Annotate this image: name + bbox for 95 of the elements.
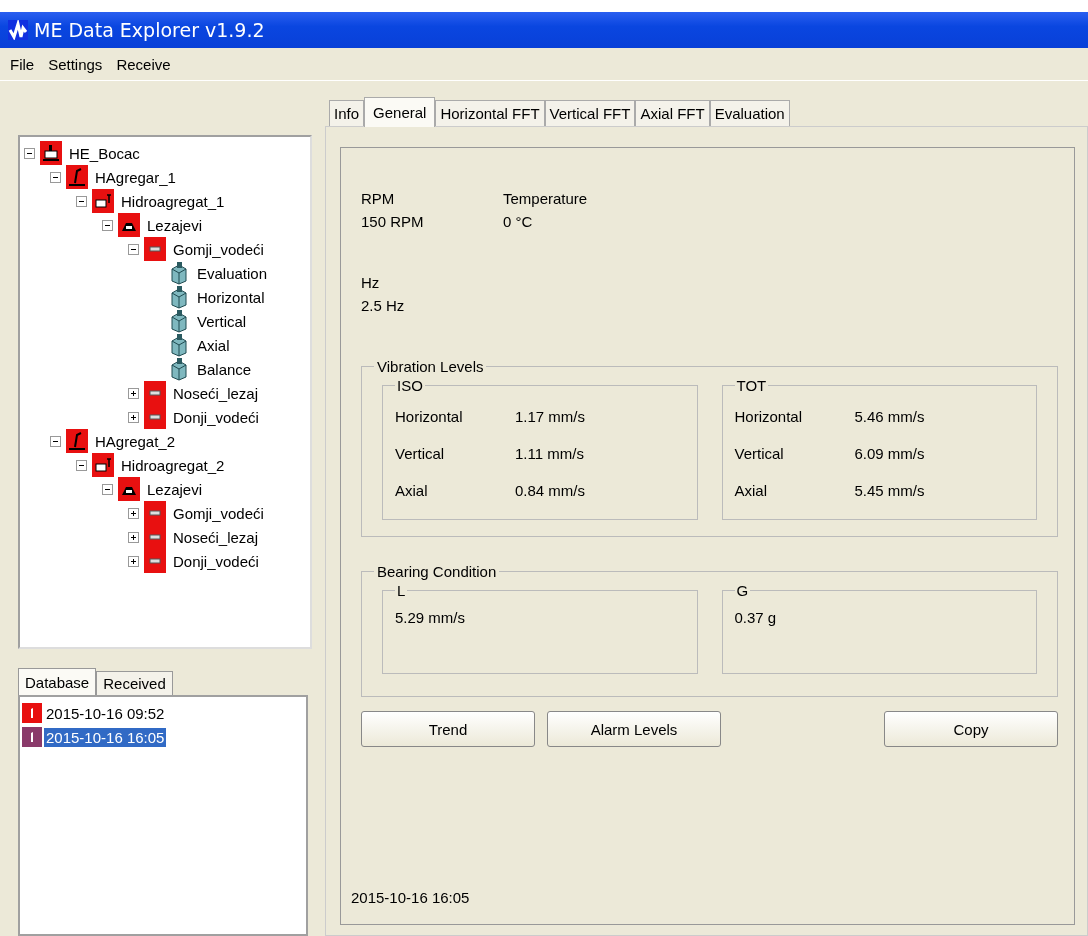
tab[interactable]: Vertical FFT xyxy=(544,100,636,126)
expand-icon[interactable] xyxy=(128,507,139,519)
measure-label: Axial xyxy=(395,482,429,499)
sensor-icon xyxy=(168,333,190,357)
point-icon xyxy=(144,549,166,573)
reading-value: 150 RPM xyxy=(361,213,425,230)
sensor-icon xyxy=(168,261,190,285)
machine-icon xyxy=(92,453,114,477)
tree-item[interactable]: Noseći_lezaj xyxy=(173,384,259,402)
group-title: Bearing Condition xyxy=(376,563,498,580)
tree-item[interactable]: Donji_vodeći xyxy=(173,408,259,426)
tree-item[interactable]: HAgregar_1 xyxy=(95,168,176,186)
measure-label: Axial xyxy=(734,482,768,499)
measure-value: 5.45 mm/s xyxy=(854,482,925,499)
tab[interactable]: General xyxy=(364,97,436,127)
measure-label: Vertical xyxy=(395,445,446,462)
menu-item[interactable]: Receive xyxy=(116,55,171,73)
measure-value: 5.46 mm/s xyxy=(854,408,925,425)
expand-icon[interactable] xyxy=(128,411,139,423)
tree-item[interactable]: Gomji_vodeći xyxy=(173,240,264,258)
tree-item[interactable]: Axial xyxy=(197,336,230,354)
record-icon xyxy=(22,703,42,723)
timestamp: 2015-10-16 16:05 xyxy=(351,889,471,906)
tab[interactable]: Horizontal FFT xyxy=(435,100,545,126)
measure-label: Vertical xyxy=(734,445,785,462)
group-title: TOT xyxy=(735,377,768,394)
expand-icon[interactable] xyxy=(128,387,139,399)
group-title: L xyxy=(396,582,407,599)
plant-icon xyxy=(40,141,62,165)
action-button[interactable]: Alarm Levels xyxy=(547,711,721,747)
reading-label: RPM xyxy=(361,190,396,207)
tab[interactable]: Database xyxy=(18,668,97,695)
tree-item[interactable]: Lezajevi xyxy=(147,480,203,498)
window-title: ME Data Explorer v1.9.2 xyxy=(34,19,265,41)
collapse-icon[interactable] xyxy=(76,459,87,471)
sensor-icon xyxy=(168,357,190,381)
reading-value: 0 °C xyxy=(503,213,534,230)
tree-item[interactable]: Evaluation xyxy=(197,264,268,282)
measure-value: 1.17 mm/s xyxy=(515,408,586,425)
sensor-icon xyxy=(168,309,190,333)
tree-item[interactable]: Noseći_lezaj xyxy=(173,528,259,546)
tree-item[interactable]: Vertical xyxy=(197,312,247,330)
measure-value: 6.09 mm/s xyxy=(854,445,925,462)
point-icon xyxy=(144,237,166,261)
measure-label: Horizontal xyxy=(734,408,804,425)
reading-value: 2.5 Hz xyxy=(361,297,406,314)
action-button[interactable]: Trend xyxy=(361,711,535,747)
tree-item[interactable]: Hidroagregat_1 xyxy=(121,192,225,210)
point-icon xyxy=(144,501,166,525)
menu-item[interactable]: File xyxy=(10,55,35,73)
app-logo-icon xyxy=(8,20,28,40)
collapse-icon[interactable] xyxy=(76,195,87,207)
unit-icon xyxy=(66,429,88,453)
record-icon xyxy=(22,727,42,747)
expand-icon[interactable] xyxy=(128,531,139,543)
tree-item[interactable]: Hidroagregat_2 xyxy=(121,456,225,474)
group-title: G xyxy=(735,582,750,599)
tab[interactable]: Evaluation xyxy=(709,100,790,126)
reading-label: Hz xyxy=(361,274,381,291)
collapse-icon[interactable] xyxy=(128,243,139,255)
collapse-icon[interactable] xyxy=(50,435,61,447)
tab[interactable]: Axial FFT xyxy=(635,100,710,126)
measure-value: 1.11 mm/s xyxy=(515,445,584,462)
group-title: ISO xyxy=(396,377,424,394)
sensor-icon xyxy=(168,285,190,309)
collapse-icon[interactable] xyxy=(24,147,35,159)
reading-label: Temperature xyxy=(503,190,589,207)
list-item[interactable]: 2015-10-16 16:05 xyxy=(44,727,167,747)
group-title: Vibration Levels xyxy=(376,358,485,375)
collapse-icon[interactable] xyxy=(50,171,61,183)
collapse-icon[interactable] xyxy=(102,483,113,495)
tree-item[interactable]: Donji_vodeći xyxy=(173,552,259,570)
expand-icon[interactable] xyxy=(128,555,139,567)
tree-item[interactable]: Gomji_vodeći xyxy=(173,504,264,522)
tree-item[interactable]: Horizontal xyxy=(197,288,265,306)
point-icon xyxy=(144,405,166,429)
bearings-icon xyxy=(118,213,140,237)
bearings-icon xyxy=(118,477,140,501)
measure-value: 0.84 mm/s xyxy=(515,482,586,499)
menu-item[interactable]: Settings xyxy=(48,55,103,73)
measure-label: Horizontal xyxy=(395,408,464,425)
tab[interactable]: Received xyxy=(96,671,173,695)
list-item[interactable]: 2015-10-16 09:52 xyxy=(44,703,167,723)
point-icon xyxy=(144,381,166,405)
tree-item[interactable]: Balance xyxy=(197,360,252,378)
tree-item[interactable]: HE_Bocac xyxy=(69,144,140,162)
measure-value: 5.29 mm/s xyxy=(395,609,466,626)
unit-icon xyxy=(66,165,88,189)
collapse-icon[interactable] xyxy=(102,219,113,231)
machine-icon xyxy=(92,189,114,213)
action-button[interactable]: Copy xyxy=(884,711,1058,747)
tab[interactable]: Info xyxy=(329,100,365,126)
tree-item[interactable]: HAgregat_2 xyxy=(95,432,176,450)
tree-item[interactable]: Lezajevi xyxy=(147,216,203,234)
measure-value: 0.37 g xyxy=(734,609,777,626)
